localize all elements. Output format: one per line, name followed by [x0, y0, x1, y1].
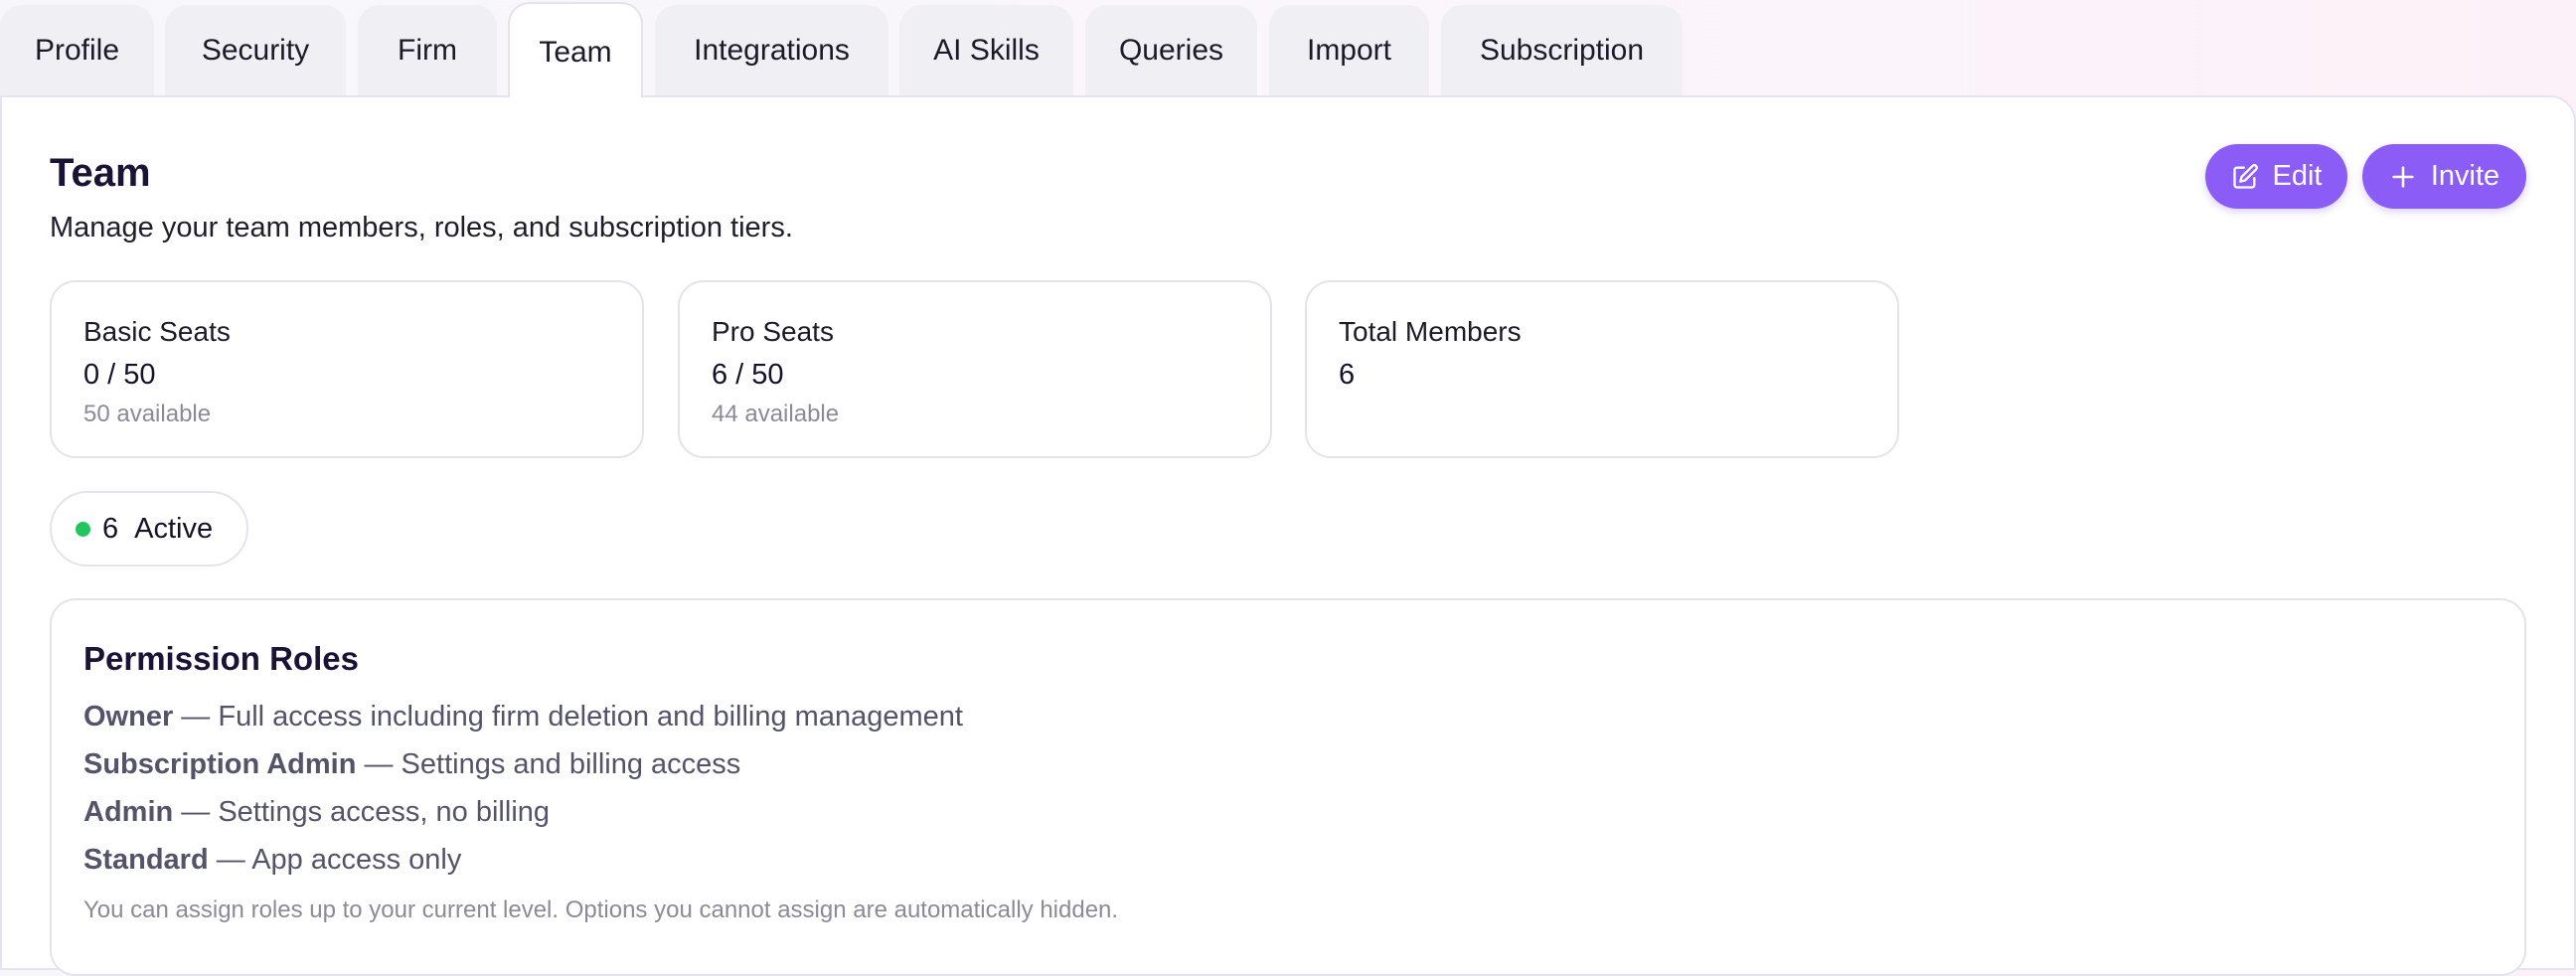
role-item-subscription-admin: Subscription Admin — Settings and billin…: [83, 748, 740, 781]
role-name: Standard: [83, 844, 209, 876]
tab-subscription[interactable]: Subscription: [1441, 5, 1683, 95]
tab-label: Queries: [1118, 33, 1224, 67]
permission-roles-card: Permission Roles Owner — Full access inc…: [50, 598, 2526, 976]
edit-icon: [2232, 163, 2258, 189]
stat-label: Total Members: [1339, 316, 1522, 347]
settings-tabs: Profile Security Firm Team Integrations …: [0, 0, 2576, 97]
role-name: Subscription Admin: [83, 748, 357, 780]
tab-team[interactable]: Team: [508, 2, 643, 97]
stat-card-pro-seats: Pro Seats 6 / 50 44 available: [678, 280, 1272, 458]
tab-label: Team: [539, 35, 612, 69]
stat-card-total-members: Total Members 6: [1305, 280, 1899, 458]
edit-button-label: Edit: [2272, 160, 2323, 192]
role-item-admin: Admin — Settings access, no billing: [83, 796, 550, 829]
role-name: Owner: [83, 701, 174, 732]
stat-available: 50 available: [83, 401, 212, 427]
invite-button[interactable]: Invite: [2362, 144, 2526, 209]
stat-label: Pro Seats: [712, 316, 834, 347]
roles-help-note: You can assign roles up to your current …: [83, 896, 1119, 923]
tab-profile[interactable]: Profile: [0, 5, 154, 95]
tab-queries[interactable]: Queries: [1085, 5, 1257, 95]
tab-firm[interactable]: Firm: [358, 5, 497, 95]
tab-label: Security: [201, 33, 310, 67]
tab-security[interactable]: Security: [165, 5, 346, 95]
role-description: — App access only: [208, 844, 462, 876]
role-item-owner: Owner — Full access including firm delet…: [83, 701, 963, 733]
role-name: Admin: [83, 796, 174, 828]
status-count: 6: [102, 512, 119, 545]
invite-button-label: Invite: [2430, 160, 2500, 192]
status-dot-icon: [76, 521, 90, 537]
active-status-filter[interactable]: 6 Active: [50, 491, 248, 567]
stat-card-basic-seats: Basic Seats 0 / 50 50 available: [50, 280, 644, 458]
tab-import[interactable]: Import: [1269, 5, 1429, 95]
tab-label: Import: [1306, 33, 1392, 67]
tab-label: AI Skills: [933, 33, 1040, 67]
plus-icon: [2392, 165, 2414, 188]
edit-button[interactable]: Edit: [2205, 144, 2347, 209]
stat-value: 0 / 50: [83, 359, 156, 391]
page-title: Team: [50, 151, 151, 195]
stat-value: 6 / 50: [712, 359, 784, 391]
tab-integrations[interactable]: Integrations: [655, 5, 888, 95]
stat-value: 6: [1339, 359, 1356, 391]
tab-ai-skills[interactable]: AI Skills: [899, 5, 1073, 95]
tab-label: Firm: [398, 33, 457, 67]
role-description: — Settings and billing access: [356, 748, 741, 780]
permission-roles-heading: Permission Roles: [83, 640, 359, 677]
stat-available: 44 available: [712, 401, 840, 427]
status-label: Active: [134, 512, 214, 545]
tab-label: Integrations: [694, 33, 850, 67]
tab-label: Subscription: [1479, 33, 1645, 67]
stat-label: Basic Seats: [83, 316, 231, 347]
role-description: — Settings access, no billing: [173, 796, 551, 828]
role-description: — Full access including firm deletion an…: [173, 701, 963, 732]
role-item-standard: Standard — App access only: [83, 844, 461, 877]
tab-label: Profile: [34, 33, 120, 67]
page-subtitle: Manage your team members, roles, and sub…: [50, 212, 793, 244]
